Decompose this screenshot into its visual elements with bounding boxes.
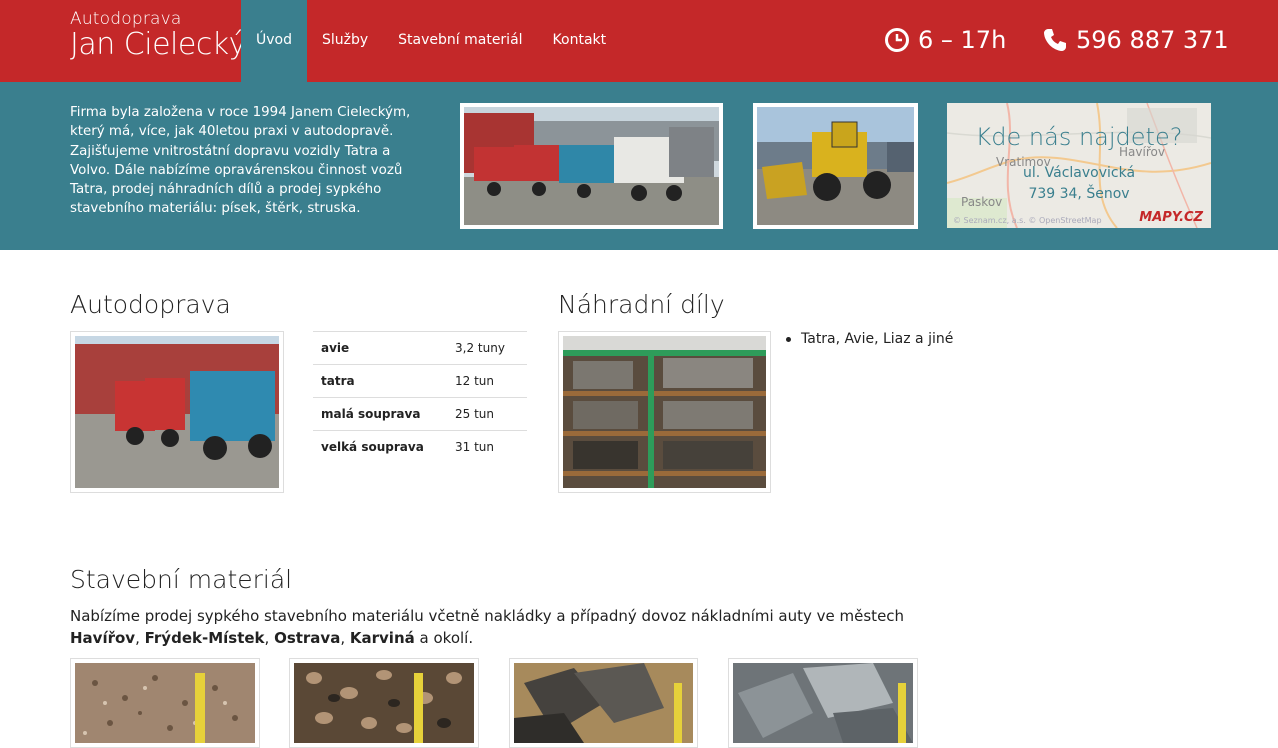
vehicle-capacity: 31 tun: [447, 430, 527, 464]
map-credit: © Seznam.cz, a.s. © OpenStreetMap: [953, 216, 1102, 225]
material-text-after: a okolí.: [414, 629, 474, 647]
nav-item-uvod[interactable]: Úvod: [241, 0, 307, 82]
stone-image: [733, 663, 913, 743]
intro-text: Firma byla založena v roce 1994 Janem Ci…: [70, 105, 411, 217]
material-text-before: Nabízíme prodej sypkého stavebního mater…: [70, 607, 905, 625]
separator: ,: [264, 629, 275, 647]
trucks-photo[interactable]: [460, 103, 723, 229]
vehicle-capacity: 12 tun: [447, 364, 527, 398]
vehicle-name: velká souprava: [313, 430, 447, 464]
separator: ,: [340, 629, 350, 647]
phone-icon: [1044, 29, 1066, 51]
hours-text: 6 – 17h: [918, 26, 1007, 54]
autodoprava-photo[interactable]: [70, 331, 284, 493]
phone-text: 596 887 371: [1076, 26, 1229, 54]
spare-parts-photo[interactable]: [558, 331, 771, 493]
table-row: velká souprava 31 tun: [313, 430, 527, 464]
map-title: Kde nás najdete?: [975, 123, 1183, 151]
brand-title: Jan Cielecký: [70, 27, 246, 62]
slag-image: [514, 663, 693, 743]
brand-logo[interactable]: Autodoprava Jan Cielecký: [70, 9, 246, 62]
separator: ,: [135, 629, 145, 647]
main-nav: Úvod Služby Stavební materiál Kontakt: [241, 0, 621, 82]
section-title-stavebni-material: Stavební materiál: [70, 565, 293, 594]
vehicle-name: malá souprava: [313, 397, 447, 431]
phone-contact[interactable]: 596 887 371: [1042, 26, 1229, 54]
clock-icon: [885, 28, 909, 52]
nav-item-kontakt[interactable]: Kontakt: [538, 0, 622, 82]
brand-subtitle: Autodoprava: [70, 9, 182, 29]
vehicle-capacity: 25 tun: [447, 397, 527, 431]
vehicle-capacity: 3,2 tuny: [447, 331, 527, 365]
city-havirov: Havířov: [70, 629, 136, 647]
autodoprava-image: [75, 336, 279, 488]
vehicle-capacity-table: avie 3,2 tuny tatra 12 tun malá souprava…: [313, 331, 527, 464]
city-frydek-mistek: Frýdek-Místek: [144, 629, 265, 647]
list-item: Tatra, Avie, Liaz a jiné: [786, 331, 953, 347]
table-row: avie 3,2 tuny: [313, 331, 527, 365]
sand-gravel-image: [75, 663, 255, 743]
section-title-nahradni-dily: Náhradní díly: [558, 290, 725, 319]
table-row: tatra 12 tun: [313, 364, 527, 398]
loader-image: [757, 107, 914, 225]
pebbles-image: [294, 663, 474, 743]
spare-parts-list: Tatra, Avie, Liaz a jiné: [786, 331, 953, 347]
city-karvina: Karviná: [349, 629, 415, 647]
nav-item-sluzby[interactable]: Služby: [307, 0, 383, 82]
loader-photo[interactable]: [753, 103, 918, 229]
map-street: ul. Václavovická: [1022, 165, 1136, 181]
trucks-image: [464, 107, 719, 225]
map-city: 739 34, Šenov: [1028, 186, 1130, 202]
nav-item-stavebni-material[interactable]: Stavební materiál: [383, 0, 537, 82]
opening-hours: 6 – 17h: [884, 26, 1006, 54]
vehicle-name: avie: [313, 331, 447, 365]
material-description: Nabízíme prodej sypkého stavebního mater…: [70, 605, 950, 649]
section-title-autodoprava: Autodoprava: [70, 290, 231, 319]
location-map[interactable]: Vratimov Havířov Paskov Kde nás najdete?…: [947, 103, 1211, 228]
spare-parts-image: [563, 336, 766, 488]
site-header: Autodoprava Jan Cielecký Úvod Služby Sta…: [0, 0, 1278, 82]
vehicle-name: tatra: [313, 364, 447, 398]
city-ostrava: Ostrava: [274, 629, 341, 647]
intro-band: Firma byla založena v roce 1994 Janem Ci…: [0, 82, 1278, 250]
table-row: malá souprava 25 tun: [313, 397, 527, 431]
mapy-logo: MAPY.CZ: [1139, 210, 1203, 225]
